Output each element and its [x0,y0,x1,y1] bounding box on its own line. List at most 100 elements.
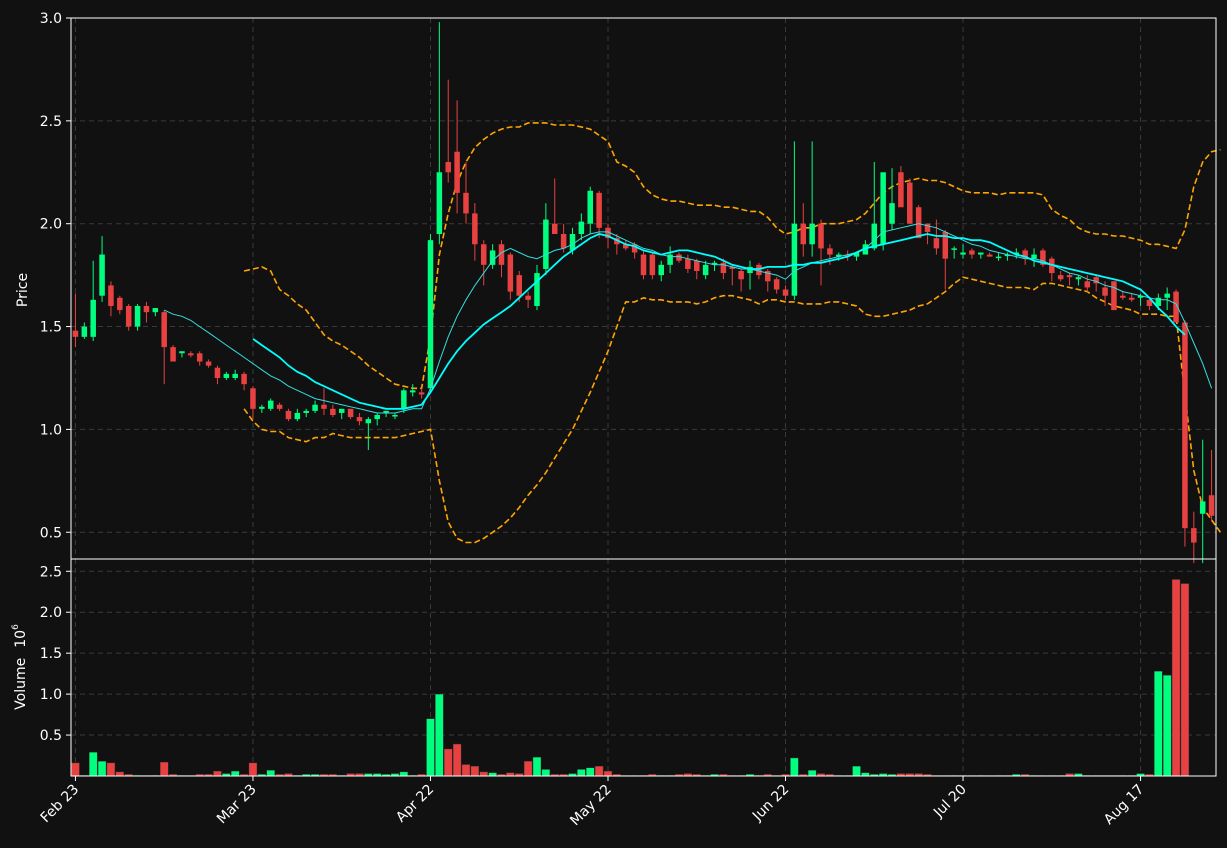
volume-axis-exponent-base: 10 [13,630,29,648]
volume-bar [1180,583,1190,777]
candle-body [685,258,691,269]
volume-tick-label: 0.5 [40,728,62,744]
volume-bar [470,765,480,777]
candle-body [694,260,700,272]
chart-background [0,0,1227,848]
volume-bar [1171,579,1181,777]
candle-body [809,223,815,245]
candle [427,233,434,393]
volume-bar [461,764,471,777]
candle-body [285,410,292,420]
candle-body [986,254,993,257]
candle-body [436,172,443,234]
candle-body [676,254,682,261]
price-tick-label: 1.0 [40,422,62,438]
candle [880,172,886,251]
candle-body [871,223,878,249]
candle [907,178,913,224]
volume-bar [444,748,453,777]
candle-body [516,275,522,296]
volume-bar [586,767,595,777]
candle-body [1111,281,1117,311]
price-tick-label: 2.5 [40,114,62,130]
candle-body [1164,293,1170,298]
candle-body [179,351,185,354]
candle-body [1102,287,1108,296]
candle-body [1128,297,1135,300]
candle [1173,289,1179,323]
candle-body [933,238,940,249]
candle-body [223,373,230,378]
volume-bar [231,770,240,777]
candle-body [951,248,957,250]
candle-body [205,361,212,366]
volume-axis-label: Volume 106 [11,624,29,710]
candle-body [454,151,460,193]
candle-body [960,252,966,255]
candle-body [1084,281,1091,288]
volume-bar [71,762,80,777]
candle [640,250,647,280]
candle-body [1182,322,1188,529]
candle-body [72,330,79,337]
candle-body [267,400,274,409]
candle [1111,281,1117,311]
candle-body [161,312,167,348]
candle-body [578,221,585,234]
candle-body [90,299,96,337]
candle-body [170,347,176,362]
candle-body [1191,528,1197,543]
volume-bar [106,762,116,777]
volume-bar [479,771,488,777]
candle-body [241,373,247,385]
candle-body [560,233,567,249]
candle-body [259,406,265,409]
candle-body [214,367,221,378]
candle-body [534,273,540,306]
volume-bar [266,770,275,777]
volume-tick-label: 1.5 [40,646,62,662]
candle-body [782,289,789,296]
volume-tick-label: 2.5 [40,564,62,580]
candle-body [569,233,576,251]
candle-body [800,223,807,245]
volume-bar [603,770,613,777]
candle-body [81,326,88,337]
candle-body [108,285,114,306]
candle [170,345,176,362]
candle-body [99,254,105,296]
volume-bar [213,770,222,777]
candle-body [1031,254,1037,259]
candle-body [596,192,602,228]
candle-body [507,254,514,292]
candle-body [117,297,123,311]
stock-chart: 0.5 1.0 1.5 2.0 2.5 3.0 Price 0.5 1.0 1.5 2.0 2.5… [0,0,1227,848]
candle-body [649,254,656,276]
candle-body [995,256,1002,259]
volume-bar [523,761,533,777]
candle-body [640,254,647,276]
candle-body [312,404,318,411]
candle-body [915,207,922,239]
candle-body [889,203,895,224]
volume-bar [532,756,542,777]
volume-tick-label: 2.0 [40,605,62,621]
candle-body [276,404,283,409]
volume-bar [852,765,861,777]
candle-body [1199,501,1206,514]
price-tick-label: 0.5 [40,525,62,541]
candle-body [250,388,256,409]
candle-body [365,419,372,424]
candle-body [791,223,798,296]
candle-body [401,390,407,409]
volume-bar [807,770,817,777]
volume-bar [1162,675,1172,777]
candle-body [525,295,531,300]
candle-body [1120,295,1126,298]
volume-axis-exponent-power: 6 [11,624,21,630]
candle-body [773,279,780,290]
candle-body [196,353,203,362]
price-tick-label: 2.0 [40,217,62,233]
candle-body [188,353,194,356]
candle-body [1208,495,1215,516]
